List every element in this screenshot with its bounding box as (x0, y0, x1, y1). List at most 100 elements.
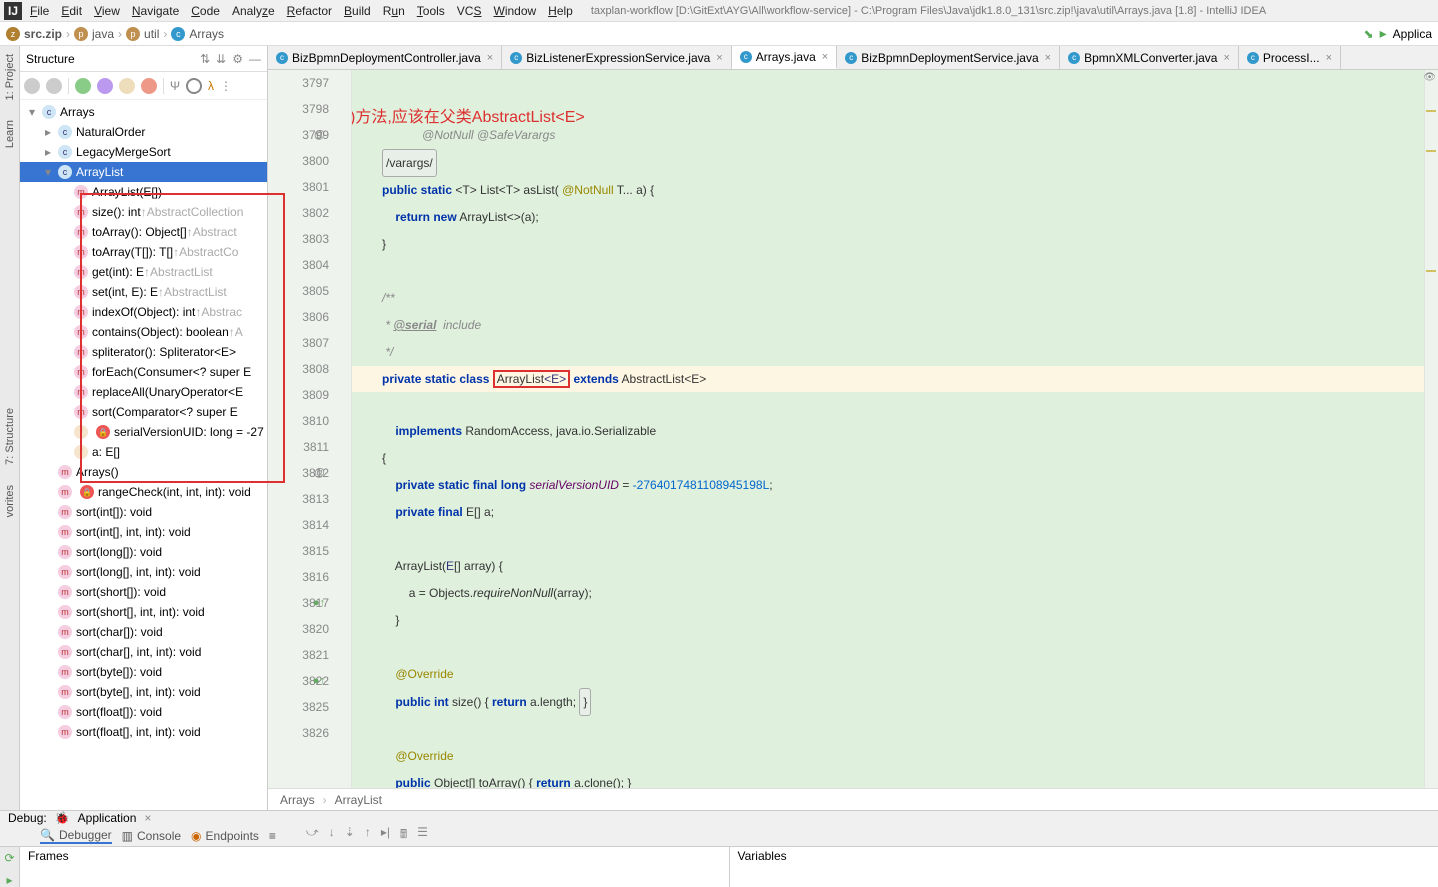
breadcrumb-class[interactable]: Arrays (280, 793, 315, 807)
tree-item[interactable]: msize(): int ↑AbstractCollection (20, 202, 267, 222)
nav-seg-util[interactable]: putil (126, 27, 159, 41)
resume-icon[interactable]: ▸ (6, 873, 12, 887)
nav-seg-src[interactable]: zsrc.zip (6, 27, 62, 41)
close-icon[interactable]: × (487, 52, 493, 64)
tree-item[interactable]: msort(short[], int, int): void (20, 602, 267, 622)
editor-tab[interactable]: cBizListenerExpressionService.java× (502, 46, 732, 69)
tree-item[interactable]: mget(int): E ↑AbstractList (20, 262, 267, 282)
tree-item[interactable]: msort(float[], int, int): void (20, 722, 267, 742)
tree-item[interactable]: ▸cLegacyMergeSort (20, 142, 267, 162)
tree-item[interactable]: msort(byte[], int, int): void (20, 682, 267, 702)
group-icon[interactable]: Ψ (170, 79, 180, 93)
step-out-icon[interactable]: ↑ (365, 825, 371, 846)
tree-item[interactable]: mspliterator(): Spliterator<E> (20, 342, 267, 362)
editor-tab[interactable]: cBizBpmnDeploymentService.java× (837, 46, 1060, 69)
close-icon[interactable]: × (822, 51, 828, 63)
menu-file[interactable]: File (30, 4, 49, 18)
tree-item[interactable]: msort(byte[]): void (20, 662, 267, 682)
menu-window[interactable]: Window (493, 4, 536, 18)
gutter-icon[interactable]: @ (314, 460, 325, 486)
step-into-icon[interactable]: ↓ (329, 825, 335, 846)
gutter-icon[interactable]: @ (314, 122, 325, 148)
expand-icon[interactable]: ⇅ (200, 52, 210, 66)
menu-view[interactable]: View (94, 4, 120, 18)
folded-block[interactable]: /varargs/ (382, 149, 437, 177)
tab-favorites[interactable]: vorites (4, 485, 16, 517)
collapse-icon[interactable]: ⇊ (216, 52, 226, 66)
editor-tab[interactable]: cBpmnXMLConverter.java× (1060, 46, 1239, 69)
hide-icon[interactable]: — (249, 52, 261, 66)
tree-item[interactable]: mArrayList(E[]) (20, 182, 267, 202)
close-icon[interactable]: × (144, 811, 151, 825)
tree-root[interactable]: ▾cArrays (20, 102, 267, 122)
gutter-icon[interactable]: ●↑ (313, 590, 325, 616)
menu-build[interactable]: Build (344, 4, 371, 18)
close-icon[interactable]: × (1326, 52, 1332, 64)
tab-debugger[interactable]: 🔍Debugger (40, 828, 112, 844)
step-over-icon[interactable]: ⤻ (306, 825, 319, 846)
menu-code[interactable]: Code (191, 4, 220, 18)
tab-structure[interactable]: 7: Structure (4, 408, 16, 465)
menu-refactor[interactable]: Refactor (287, 4, 332, 18)
sort-visibility-icon[interactable] (46, 78, 62, 94)
tree-item[interactable]: mforEach(Consumer<? super E (20, 362, 267, 382)
close-icon[interactable]: × (1045, 52, 1051, 64)
editor-tab[interactable]: cProcessI...× (1239, 46, 1341, 69)
evaluate-icon[interactable]: 🖩 (400, 825, 407, 846)
tab-more[interactable]: ≡ (269, 829, 276, 843)
tab-learn[interactable]: Learn (4, 120, 16, 148)
menu-analyze[interactable]: Analyze (232, 4, 275, 18)
tree-item[interactable]: mset(int, E): E ↑AbstractList (20, 282, 267, 302)
show-nonpublic-icon[interactable] (141, 78, 157, 94)
tree-item[interactable]: msort(Comparator<? super E (20, 402, 267, 422)
menu-vcs[interactable]: VCS (457, 4, 482, 18)
tree-item[interactable]: msort(long[]): void (20, 542, 267, 562)
show-anonymous-icon[interactable] (186, 78, 202, 94)
breadcrumb-inner[interactable]: ArrayList (335, 793, 382, 807)
tree-item[interactable]: msort(long[], int, int): void (20, 562, 267, 582)
tab-endpoints[interactable]: ◉Endpoints (191, 829, 259, 843)
tree-item[interactable]: f🔒serialVersionUID: long = -27 (20, 422, 267, 442)
gutter-icon[interactable]: ●↑ (313, 668, 325, 694)
editor-tab[interactable]: cArrays.java× (732, 46, 837, 69)
folded-block[interactable]: } (579, 688, 591, 716)
tree-item[interactable]: mtoArray(): Object[] ↑Abstract (20, 222, 267, 242)
tab-console[interactable]: ▥Console (122, 829, 181, 843)
editor-tab[interactable]: cBizBpmnDeploymentController.java× (268, 46, 502, 69)
menu-run[interactable]: Run (383, 4, 405, 18)
menu-edit[interactable]: Edit (61, 4, 82, 18)
tab-project[interactable]: 1: Project (4, 54, 16, 100)
show-properties-icon[interactable] (97, 78, 113, 94)
more-icon[interactable]: ⋮ (220, 79, 232, 93)
build-icon[interactable]: ⬊ (1364, 27, 1374, 41)
tree-item[interactable]: msort(short[]): void (20, 582, 267, 602)
tree-item[interactable]: mreplaceAll(UnaryOperator<E (20, 382, 267, 402)
nav-seg-java[interactable]: pjava (74, 27, 114, 41)
tree-item[interactable]: msort(int[], int, int): void (20, 522, 267, 542)
debug-config[interactable]: Application (78, 811, 137, 825)
tree-item[interactable]: m🔒rangeCheck(int, int, int): void (20, 482, 267, 502)
tree-item[interactable]: ▾cArrayList (20, 162, 267, 182)
tree-item[interactable]: mindexOf(Object): int ↑Abstrac (20, 302, 267, 322)
tree-item[interactable]: msort(char[], int, int): void (20, 642, 267, 662)
show-inherited-icon[interactable] (75, 78, 91, 94)
tree-item[interactable]: mcontains(Object): boolean ↑A (20, 322, 267, 342)
run-to-cursor-icon[interactable]: ▸| (381, 825, 390, 846)
more-tools-icon[interactable]: ☰ (417, 825, 428, 846)
tree-item[interactable]: mtoArray(T[]): T[] ↑AbstractCo (20, 242, 267, 262)
run-icon[interactable]: ▸ (1380, 25, 1387, 42)
tree-item[interactable]: ▸cNaturalOrder (20, 122, 267, 142)
menu-help[interactable]: Help (548, 4, 573, 18)
close-icon[interactable]: × (716, 52, 722, 64)
lambda-icon[interactable]: λ (208, 79, 214, 93)
run-config[interactable]: Applica (1393, 27, 1432, 41)
menu-tools[interactable]: Tools (417, 4, 445, 18)
close-icon[interactable]: × (1223, 52, 1229, 64)
sort-alpha-icon[interactable] (24, 78, 40, 94)
tree-item[interactable]: msort(char[]): void (20, 622, 267, 642)
tree-item[interactable]: msort(int[]): void (20, 502, 267, 522)
tree-item[interactable]: mArrays() (20, 462, 267, 482)
gear-icon[interactable]: ⚙ (232, 52, 243, 66)
menu-navigate[interactable]: Navigate (132, 4, 179, 18)
tree-item[interactable]: msort(float[]): void (20, 702, 267, 722)
